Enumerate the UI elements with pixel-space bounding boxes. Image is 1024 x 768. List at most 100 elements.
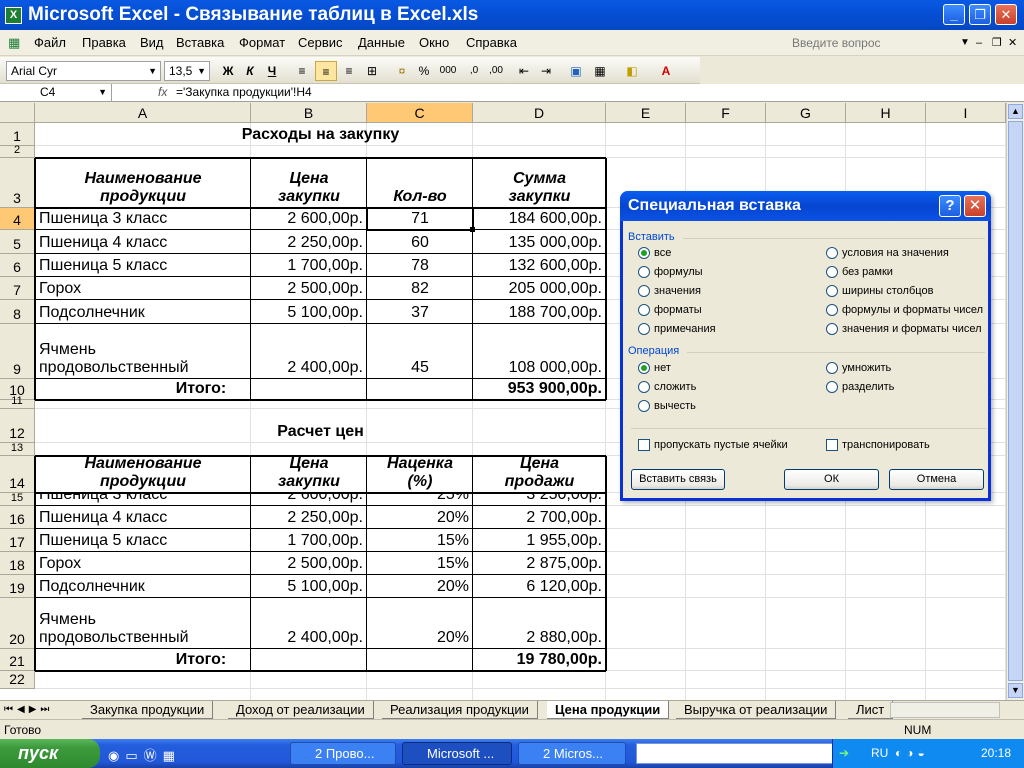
paste-option-left[interactable]: формулы [638,266,703,278]
t1-row-sum[interactable]: 184 600,00р. [473,208,606,230]
t2-row-sum[interactable]: 6 120,00р. [473,575,606,598]
operation-option-left[interactable]: нет [638,362,671,374]
paste-link-button[interactable]: Вставить связь [631,469,725,490]
paste-option-right[interactable]: без рамки [826,266,893,278]
t2-row-qty[interactable]: 15% [367,529,473,552]
operation-option-right[interactable]: умножить [826,362,891,374]
row-header-17[interactable]: 17 [0,529,35,552]
paste-option-right[interactable]: значения и форматы чисел [826,323,982,335]
row-header-9[interactable]: 9 [0,324,35,379]
t1-row-price[interactable]: 2 600,00р. [251,208,367,230]
t2-row-qty[interactable]: 20% [367,506,473,529]
t2-header-0[interactable]: Наименование продукции [35,456,251,493]
t2-row-qty[interactable]: 15% [367,552,473,575]
t2-row-qty[interactable]: 20% [367,575,473,598]
t2-row-name[interactable]: Ячмень продовольственный [35,598,251,649]
scroll-thumb[interactable] [1008,121,1023,681]
menu-help[interactable]: Справка [466,30,517,56]
column-header-f[interactable]: F [686,103,766,123]
task-folder[interactable]: 2 Прово... [290,742,396,765]
menu-file[interactable]: Файл [34,30,66,56]
doc-close-button[interactable]: ✕ [1008,30,1017,56]
task-word[interactable]: 2 Micros... [518,742,626,765]
row-header-5[interactable]: 5 [0,230,35,254]
operation-option-left[interactable]: вычесть [638,400,696,412]
row-header-18[interactable]: 18 [0,552,35,575]
scroll-down-icon[interactable]: ▼ [1008,683,1023,698]
doc-minimize-button[interactable]: – [976,30,982,56]
excel-app-icon[interactable]: X [5,7,22,24]
t1-row-qty[interactable]: 78 [367,254,473,277]
cancel-button[interactable]: Отмена [889,469,984,490]
decrease-indent-icon[interactable]: ⇤ [514,61,534,81]
column-header-i[interactable]: I [926,103,1006,123]
column-header-d[interactable]: D [473,103,606,123]
row-header-20[interactable]: 20 [0,598,35,649]
column-header-c[interactable]: C [367,103,473,123]
t2-row-price[interactable]: 2 400,00р. [251,598,367,649]
font-size-select[interactable]: 13,5 ▼ [164,61,210,81]
t2-row-price[interactable]: 2 500,00р. [251,552,367,575]
row-header-19[interactable]: 19 [0,575,35,598]
paste-option-right[interactable]: условия на значения [826,247,949,259]
menu-insert[interactable]: Вставка [176,30,224,56]
t1-total-label[interactable]: Итого: [35,379,367,400]
fill-handle[interactable] [470,227,475,232]
t1-header-2[interactable]: Кол-во [367,158,473,208]
row-header-15[interactable]: 15 [0,492,35,506]
font-select[interactable]: Arial Cyr ▼ [6,61,161,81]
row-header-8[interactable]: 8 [0,300,35,324]
help-icon[interactable]: ? [939,195,961,217]
t1-row-name[interactable]: Ячмень продовольственный [35,324,251,379]
operation-option-right[interactable]: разделить [826,381,894,393]
column-header-g[interactable]: G [766,103,846,123]
operation-option-left[interactable]: сложить [638,381,696,393]
sheet-tab[interactable]: Цена продукции [547,701,670,719]
paste-option-left[interactable]: форматы [638,304,702,316]
menu-format[interactable]: Формат [239,30,285,56]
menu-tools[interactable]: Сервис [298,30,343,56]
t2-row-price[interactable]: 5 100,00р. [251,575,367,598]
t2-row-sum[interactable]: 1 955,00р. [473,529,606,552]
help-search-input[interactable]: Введите вопрос [792,34,972,52]
doc-restore-button[interactable]: ❐ [992,30,1002,56]
menu-edit[interactable]: Правка [82,30,126,56]
sheet-tab[interactable]: Лист [848,701,894,719]
merge-center-icon[interactable]: ⊞ [362,61,382,81]
t1-row-name[interactable]: Горох [35,277,251,300]
row-header-13[interactable]: 13 [0,442,35,456]
t1-header-3[interactable]: Сумма закупки [473,158,606,208]
active-cell[interactable] [366,207,474,231]
t2-row-sum[interactable]: 2 880,00р. [473,598,606,649]
t1-row-qty[interactable]: 45 [367,324,473,379]
currency-icon[interactable]: ¤ [392,61,412,81]
fx-icon[interactable]: fx [158,84,167,101]
ok-button[interactable]: ОК [784,469,879,490]
t1-row-name[interactable]: Пшеница 4 класс [35,230,251,254]
increase-indent-icon[interactable]: ⇥ [536,61,556,81]
doc-icon[interactable]: ▦ [8,30,20,56]
menu-window[interactable]: Окно [419,30,449,56]
paste-option-right[interactable]: ширины столбцов [826,285,933,297]
t2-row-sum[interactable]: 2 875,00р. [473,552,606,575]
paste-option-left[interactable]: значения [638,285,701,297]
t2-header-2[interactable]: Наценка (%) [367,456,473,493]
maximize-button[interactable]: ❐ [969,4,991,25]
column-header-h[interactable]: H [846,103,926,123]
row-header-22[interactable]: 22 [0,671,35,689]
t2-row-price[interactable]: 2 250,00р. [251,506,367,529]
row-header-11[interactable]: 11 [0,395,35,409]
row-header-7[interactable]: 7 [0,277,35,300]
t1-row-sum[interactable]: 205 000,00р. [473,277,606,300]
fill-color-icon[interactable]: ◧ [622,61,642,81]
t1-row-price[interactable]: 2 250,00р. [251,230,367,254]
dialog-close-icon[interactable]: ✕ [964,195,986,217]
column-header-a[interactable]: A [35,103,251,123]
menu-view[interactable]: Вид [140,30,164,56]
row-header-14[interactable]: 14 [0,456,35,493]
t1-row-sum[interactable]: 135 000,00р. [473,230,606,254]
sheet-tab[interactable]: Доход от реализации [228,701,374,719]
row-header-6[interactable]: 6 [0,254,35,277]
t1-total-value[interactable]: 953 900,00р. [473,379,606,400]
t1-row-sum[interactable]: 108 000,00р. [473,324,606,379]
